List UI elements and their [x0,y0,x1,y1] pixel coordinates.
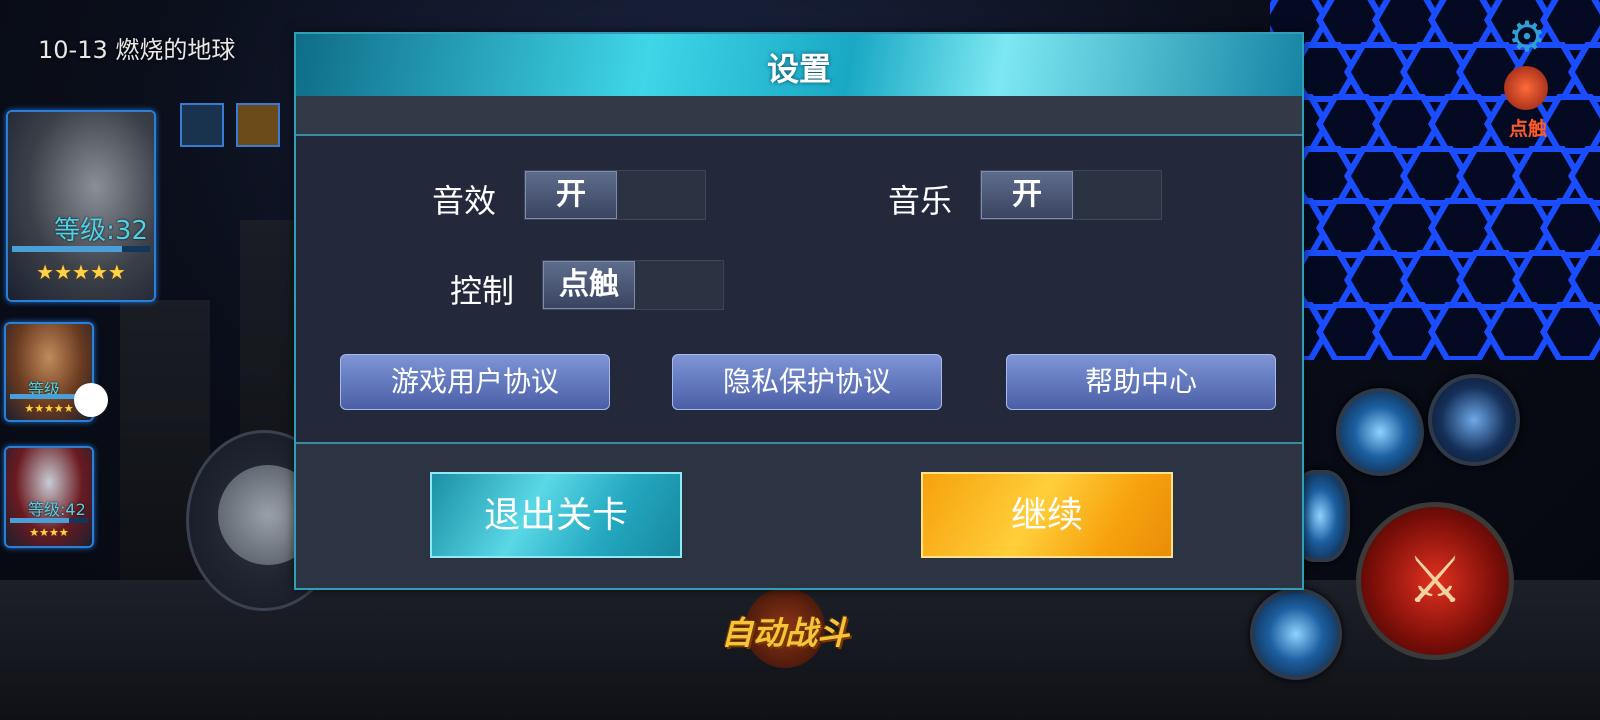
hex-tile [1540,198,1600,258]
hero-card-main[interactable]: 等级:32 ★★★★★ [6,110,156,302]
hero-level: 等级:32 [54,216,148,246]
music-toggle[interactable]: 开 [980,170,1162,220]
attack-button[interactable]: ⚔ [1356,502,1514,660]
hero-exp-fill [12,246,123,252]
touch-indicator [74,383,108,417]
skill-button-1[interactable] [1336,388,1424,476]
sound-effects-label: 音效 [432,182,497,220]
hex-tile [1568,146,1600,206]
hex-energy-wall [1270,0,1600,360]
continue-button[interactable]: 继续 [921,472,1173,558]
control-label: 控制 [450,272,515,310]
control-mode-label: 点触 [1508,118,1547,140]
control-toggle-knob[interactable]: 点触 [543,261,635,309]
control-toggle[interactable]: 点触 [542,260,724,310]
hex-tile [1568,42,1600,102]
help-center-button[interactable]: 帮助中心 [1006,354,1276,410]
control-mode-toggle[interactable]: 点触 [1496,66,1560,140]
hero-stars: ★★★★★ [36,260,126,284]
dialog-header-band [296,96,1302,136]
touch-hand-icon [1504,66,1548,110]
hero-exp-fill [10,394,81,399]
skill-button-2[interactable] [1428,374,1520,466]
skill-button-4[interactable] [1250,588,1342,680]
hero-exp-fill [10,518,69,523]
music-label: 音乐 [888,182,953,220]
auto-battle-label: 自动战斗 [720,614,849,652]
crossed-swords-icon: ⚔ [1406,544,1464,618]
hero-stars: ★★★★ [29,526,69,539]
dialog-title: 设置 [766,50,831,88]
equipped-item-slot[interactable] [180,103,224,147]
hex-tile [1540,302,1600,360]
hero-card-third[interactable]: 等级:42 ★★★★ [4,446,94,548]
stage-title: 10-13 燃烧的地球 [38,36,236,64]
user-agreement-button[interactable]: 游戏用户协议 [340,354,610,410]
privacy-agreement-button[interactable]: 隐私保护协议 [672,354,942,410]
dialog-header: 设置 [296,34,1302,96]
exit-stage-button[interactable]: 退出关卡 [430,472,682,558]
sound-effects-toggle[interactable]: 开 [524,170,706,220]
hero-exp-bar [12,246,150,252]
hero-exp-bar [10,518,88,523]
equipped-item-slot[interactable] [236,103,280,147]
sound-effects-toggle-knob[interactable]: 开 [525,171,617,219]
settings-dialog: 设置 音效 开 音乐 开 控制 点触 游戏用户协议 隐私保护协议 帮助中心 退出… [294,32,1304,590]
hero-level: 等级:42 [28,500,86,519]
gear-icon[interactable]: ⚙ [1504,14,1550,60]
music-toggle-knob[interactable]: 开 [981,171,1073,219]
auto-battle-button[interactable]: 自动战斗 [700,588,870,668]
hex-tile [1568,250,1600,310]
